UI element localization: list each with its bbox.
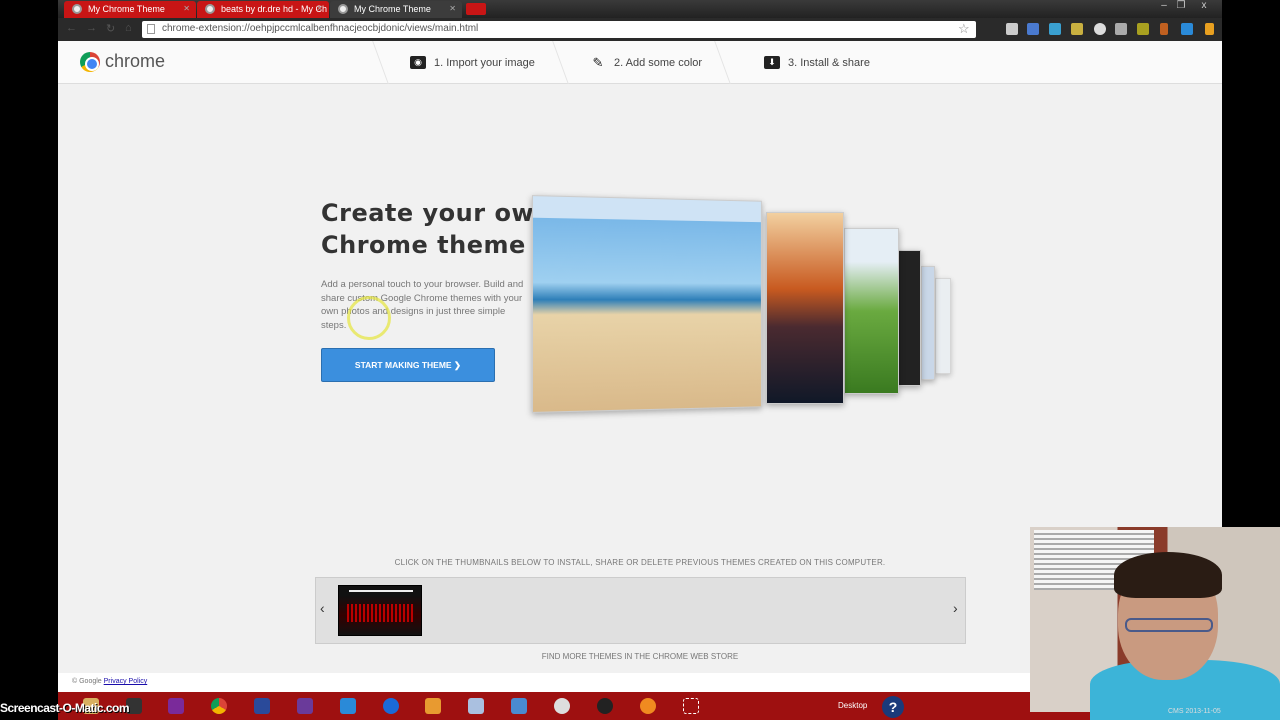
phone-extension-icon[interactable] [1094, 23, 1106, 35]
check-extension-icon[interactable] [1071, 23, 1083, 35]
extension-icon[interactable] [1137, 23, 1149, 35]
theme-preview-image [921, 266, 935, 380]
chrome-taskbar-icon[interactable] [211, 698, 227, 714]
media-player-icon[interactable] [425, 698, 441, 714]
watermark: Screencast-O-Matic.com [0, 701, 130, 715]
close-tab-icon[interactable]: ✕ [183, 4, 190, 13]
find-more-themes-link[interactable]: FIND MORE THEMES IN THE CHROME WEB STORE [315, 652, 965, 661]
start-making-theme-button[interactable]: START MAKING THEME ❯ [321, 348, 495, 382]
help-icon[interactable]: ? [882, 696, 904, 718]
taskbar-app-icon[interactable] [640, 698, 656, 714]
theme-preview-image [844, 228, 899, 394]
step-label: 3. Install & share [788, 56, 870, 69]
close-tab-icon[interactable]: ✕ [449, 4, 456, 13]
carousel-next-arrow[interactable]: › [953, 600, 958, 616]
taskbar-app-icon[interactable] [597, 698, 613, 714]
chrome-theme-favicon-icon [338, 4, 348, 14]
step-add-color[interactable]: ✎ 2. Add some color [590, 55, 703, 70]
chrome-logo-icon [80, 52, 100, 72]
extension-icon[interactable] [1160, 23, 1168, 35]
menu-icon[interactable] [1205, 23, 1214, 35]
beach-theme-preview-image [531, 195, 762, 413]
reload-icon[interactable]: ↻ [106, 22, 115, 35]
webcam-person-hair [1114, 552, 1222, 598]
minimize-button[interactable]: – [1155, 0, 1173, 11]
step-label: 2. Add some color [614, 56, 703, 69]
tab-my-chrome-theme-active[interactable]: My Chrome Theme ✕ [330, 1, 462, 18]
tab-title: beats by dr.dre hd - My Ch [221, 4, 328, 14]
tab-my-chrome-theme-1[interactable]: My Chrome Theme ✕ [64, 1, 196, 18]
taskbar-clock: CMS 2013-11-05 [1168, 708, 1221, 715]
previous-themes-instruction: CLICK ON THE THUMBNAILS BELOW TO INSTALL… [394, 558, 886, 567]
step-import-image[interactable]: ◉ 1. Import your image [410, 56, 535, 69]
extension-icon[interactable] [1006, 23, 1018, 35]
home-icon[interactable]: ⌂ [125, 22, 132, 34]
theme-thumbnail[interactable] [338, 585, 422, 636]
desktop-toolbar-label[interactable]: Desktop [838, 701, 867, 710]
bookmark-star-icon[interactable]: ☆ [958, 21, 970, 37]
close-tab-icon[interactable]: ✕ [316, 4, 323, 13]
carousel-prev-arrow[interactable]: ‹ [320, 600, 325, 616]
taskbar-app-icon[interactable] [297, 698, 313, 714]
mail-extension-icon[interactable] [1027, 23, 1039, 35]
theme-preview-image [898, 250, 921, 386]
step-label: 1. Import your image [434, 56, 535, 69]
tab-title: My Chrome Theme [354, 4, 431, 14]
back-icon[interactable]: ← [66, 22, 77, 34]
step-install-share[interactable]: ⬇ 3. Install & share [764, 56, 870, 69]
screencast-recorder-icon[interactable] [683, 698, 699, 714]
tab-beats[interactable]: beats by dr.dre hd - My Ch ✕ [197, 1, 329, 18]
logo-text: chrome [105, 51, 166, 71]
paint-icon[interactable] [554, 698, 570, 714]
download-folder-icon: ⬇ [764, 56, 780, 69]
page-title: Create your own Chrome theme [321, 197, 552, 261]
brush-icon: ✎ [592, 55, 604, 70]
new-tab-button[interactable] [466, 3, 486, 15]
forward-icon[interactable]: → [86, 22, 97, 34]
url-text: chrome-extension://oehpjpccmlcalbenfhnac… [162, 23, 479, 34]
cursor-highlight [347, 296, 391, 340]
theme-preview-image [935, 278, 951, 374]
taskbar-app-icon[interactable] [254, 698, 270, 714]
taskbar-app-icon[interactable] [511, 698, 527, 714]
camera-icon: ◉ [410, 56, 426, 69]
footer-copyright: © Google Privacy Policy [72, 678, 147, 685]
internet-explorer-icon[interactable] [383, 698, 399, 714]
copyright-text: © Google [72, 678, 102, 685]
chrome-theme-favicon-icon [205, 4, 215, 14]
taskbar-app-icon[interactable] [468, 698, 484, 714]
restore-button[interactable]: ❐ [1172, 0, 1190, 11]
close-window-button[interactable]: x [1195, 0, 1213, 11]
webcam-person-glasses [1125, 618, 1213, 632]
privacy-policy-link[interactable]: Privacy Policy [104, 678, 148, 685]
address-bar[interactable]: chrome-extension://oehpjpccmlcalbenfhnac… [142, 21, 976, 38]
taskbar-app-icon[interactable] [168, 698, 184, 714]
page-icon [147, 24, 155, 34]
tab-title: My Chrome Theme [88, 4, 165, 14]
chat-extension-icon[interactable] [1049, 23, 1061, 35]
chrome-theme-favicon-icon [72, 4, 82, 14]
extension-icon[interactable] [1115, 23, 1127, 35]
title-line: Chrome theme [321, 231, 526, 259]
taskbar-app-icon[interactable] [340, 698, 356, 714]
theme-preview-image [766, 212, 844, 404]
twitter-icon[interactable] [1181, 23, 1193, 35]
title-line: Create your own [321, 199, 552, 227]
